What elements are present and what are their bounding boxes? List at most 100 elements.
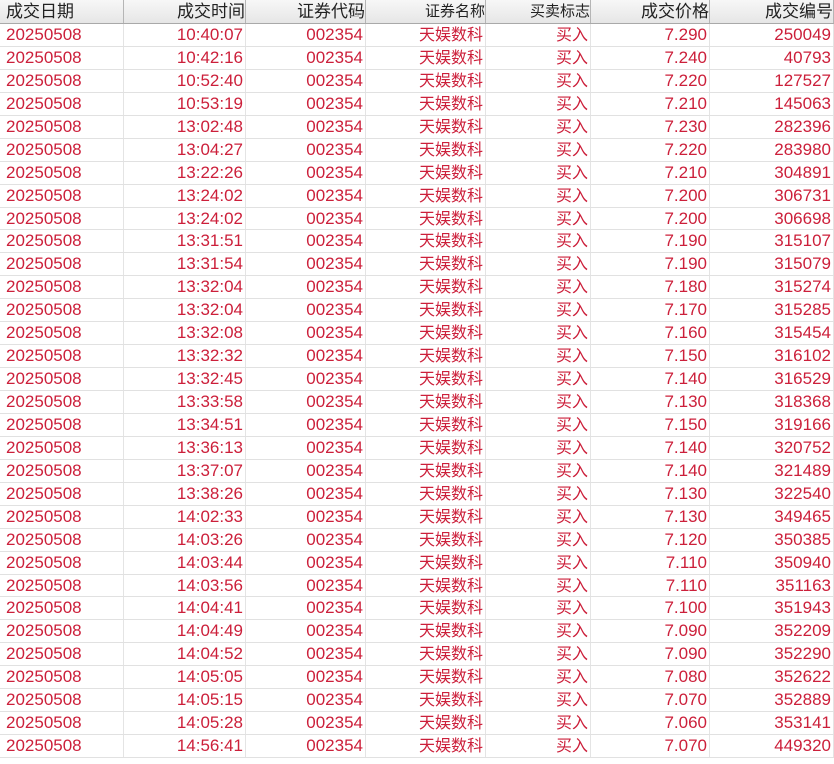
table-row[interactable]: 20250508 14:05:28 002354 天娱数科 买入 7.060 353141 bbox=[0, 712, 834, 736]
table-row[interactable]: 20250508 13:38:26 002354 天娱数科 买入 7.130 322540 bbox=[0, 482, 834, 506]
cell-trade-time: 13:32:04 bbox=[124, 299, 246, 322]
table-row[interactable]: 20250508 14:03:44 002354 天娱数科 买入 7.110 350940 bbox=[0, 551, 834, 575]
table-row[interactable]: 20250508 13:32:04 002354 天娱数科 买入 7.180 315274 bbox=[0, 276, 834, 300]
cell-trade-number: 320752 bbox=[710, 436, 834, 459]
column-header-trade-time[interactable]: 成交时间 bbox=[124, 0, 246, 23]
table-row[interactable]: 20250508 10:40:07 002354 天娱数科 买入 7.290 250049 bbox=[0, 24, 834, 47]
cell-trade-date: 20250508 bbox=[0, 620, 124, 643]
table-row[interactable]: 20250508 14:03:26 002354 天娱数科 买入 7.120 350385 bbox=[0, 528, 834, 552]
sort-ascending-icon: △ bbox=[349, 4, 359, 18]
cell-trade-date: 20250508 bbox=[0, 184, 124, 207]
cell-security-name: 天娱数科 bbox=[366, 459, 486, 482]
table-row[interactable]: 20250508 14:04:41 002354 天娱数科 买入 7.100 351943 bbox=[0, 597, 834, 621]
cell-security-name: 天娱数科 bbox=[366, 115, 486, 138]
cell-trade-time: 13:22:26 bbox=[124, 161, 246, 184]
cell-trade-price: 7.070 bbox=[591, 735, 710, 757]
cell-buy-sell-flag: 买入 bbox=[486, 230, 591, 253]
column-header-trade-date[interactable]: 成交日期 bbox=[0, 0, 124, 23]
table-row[interactable]: 20250508 13:36:13 002354 天娱数科 买入 7.140 320752 bbox=[0, 436, 834, 460]
table-row[interactable]: 20250508 13:02:48 002354 天娱数科 买入 7.230 282396 bbox=[0, 115, 834, 139]
cell-buy-sell-flag: 买入 bbox=[486, 161, 591, 184]
cell-buy-sell-flag: 买入 bbox=[486, 689, 591, 712]
table-row[interactable]: 20250508 14:02:33 002354 天娱数科 买入 7.130 349465 bbox=[0, 505, 834, 529]
cell-buy-sell-flag: 买入 bbox=[486, 299, 591, 322]
table-body: 20250508 10:40:07 002354 天娱数科 买入 7.290 250049 2… bbox=[0, 24, 834, 758]
column-header-trade-price[interactable]: 成交价格 bbox=[591, 0, 710, 23]
cell-security-name: 天娱数科 bbox=[366, 138, 486, 161]
cell-buy-sell-flag: 买入 bbox=[486, 69, 591, 92]
cell-security-code: 002354 bbox=[246, 207, 366, 230]
table-row[interactable]: 20250508 13:32:32 002354 天娱数科 买入 7.150 316102 bbox=[0, 345, 834, 369]
cell-trade-time: 14:02:33 bbox=[124, 505, 246, 528]
table-row[interactable]: 20250508 13:34:51 002354 天娱数科 买入 7.150 319166 bbox=[0, 413, 834, 437]
cell-buy-sell-flag: 买入 bbox=[486, 620, 591, 643]
table-row[interactable]: 20250508 14:05:05 002354 天娱数科 买入 7.080 352622 bbox=[0, 666, 834, 690]
cell-trade-date: 20250508 bbox=[0, 413, 124, 436]
cell-trade-time: 13:38:26 bbox=[124, 482, 246, 505]
column-header-buy-sell-flag[interactable]: 买卖标志 bbox=[486, 0, 591, 23]
table-row[interactable]: 20250508 13:32:08 002354 天娱数科 买入 7.160 315454 bbox=[0, 322, 834, 346]
cell-trade-number: 352209 bbox=[710, 620, 834, 643]
cell-security-name: 天娱数科 bbox=[366, 368, 486, 390]
cell-trade-date: 20250508 bbox=[0, 161, 124, 184]
cell-security-name: 天娱数科 bbox=[366, 184, 486, 207]
table-row[interactable]: 20250508 13:33:58 002354 天娱数科 买入 7.130 318368 bbox=[0, 391, 834, 414]
cell-buy-sell-flag: 买入 bbox=[486, 138, 591, 161]
column-header-security-code[interactable]: 证券代码 △ bbox=[246, 0, 366, 23]
cell-security-code: 002354 bbox=[246, 345, 366, 368]
cell-buy-sell-flag: 买入 bbox=[486, 735, 591, 757]
cell-buy-sell-flag: 买入 bbox=[486, 482, 591, 505]
cell-trade-number: 315274 bbox=[710, 276, 834, 299]
cell-trade-date: 20250508 bbox=[0, 230, 124, 253]
cell-trade-time: 13:37:07 bbox=[124, 459, 246, 482]
cell-security-name: 天娱数科 bbox=[366, 735, 486, 757]
cell-trade-number: 349465 bbox=[710, 505, 834, 528]
cell-buy-sell-flag: 买入 bbox=[486, 597, 591, 620]
table-row[interactable]: 20250508 13:37:07 002354 天娱数科 买入 7.140 321489 bbox=[0, 459, 834, 483]
cell-trade-price: 7.210 bbox=[591, 92, 710, 115]
cell-trade-price: 7.240 bbox=[591, 46, 710, 69]
trade-records-grid: 成交日期 成交时间 证券代码 △ 证券名称 买卖标志 成交价格 成交编号 202… bbox=[0, 0, 834, 764]
cell-security-name: 天娱数科 bbox=[366, 712, 486, 735]
cell-trade-price: 7.110 bbox=[591, 551, 710, 574]
table-row[interactable]: 20250508 14:04:52 002354 天娱数科 买入 7.090 352290 bbox=[0, 643, 834, 667]
column-header-security-name[interactable]: 证券名称 bbox=[366, 0, 486, 23]
table-row[interactable]: 20250508 13:31:51 002354 天娱数科 买入 7.190 315107 bbox=[0, 230, 834, 254]
table-row[interactable]: 20250508 14:56:41 002354 天娱数科 买入 7.070 449320 bbox=[0, 735, 834, 758]
cell-trade-time: 13:34:51 bbox=[124, 413, 246, 436]
cell-trade-price: 7.150 bbox=[591, 345, 710, 368]
cell-buy-sell-flag: 买入 bbox=[486, 574, 591, 597]
cell-security-code: 002354 bbox=[246, 276, 366, 299]
table-row[interactable]: 20250508 13:32:45 002354 天娱数科 买入 7.140 316529 bbox=[0, 368, 834, 391]
table-row[interactable]: 20250508 13:31:54 002354 天娱数科 买入 7.190 315079 bbox=[0, 253, 834, 277]
cell-security-name: 天娱数科 bbox=[366, 92, 486, 115]
cell-security-code: 002354 bbox=[246, 46, 366, 69]
table-row[interactable]: 20250508 13:22:26 002354 天娱数科 买入 7.210 304891 bbox=[0, 161, 834, 185]
cell-trade-price: 7.120 bbox=[591, 528, 710, 551]
cell-trade-number: 250049 bbox=[710, 24, 834, 46]
table-row[interactable]: 20250508 13:32:04 002354 天娱数科 买入 7.170 315285 bbox=[0, 299, 834, 323]
cell-trade-time: 13:32:32 bbox=[124, 345, 246, 368]
cell-trade-time: 13:04:27 bbox=[124, 138, 246, 161]
table-row[interactable]: 20250508 14:03:56 002354 天娱数科 买入 7.110 351163 bbox=[0, 574, 834, 598]
table-row[interactable]: 20250508 14:04:49 002354 天娱数科 买入 7.090 352209 bbox=[0, 620, 834, 644]
column-header-trade-number[interactable]: 成交编号 bbox=[710, 0, 834, 23]
table-row[interactable]: 20250508 10:52:40 002354 天娱数科 买入 7.220 127527 bbox=[0, 69, 834, 93]
cell-security-name: 天娱数科 bbox=[366, 69, 486, 92]
cell-trade-date: 20250508 bbox=[0, 391, 124, 413]
table-row[interactable]: 20250508 10:53:19 002354 天娱数科 买入 7.210 145063 bbox=[0, 92, 834, 116]
cell-buy-sell-flag: 买入 bbox=[486, 253, 591, 276]
table-row[interactable]: 20250508 13:24:02 002354 天娱数科 买入 7.200 306731 bbox=[0, 184, 834, 208]
table-row[interactable]: 20250508 14:05:15 002354 天娱数科 买入 7.070 352889 bbox=[0, 689, 834, 713]
cell-trade-number: 304891 bbox=[710, 161, 834, 184]
cell-trade-time: 14:04:41 bbox=[124, 597, 246, 620]
cell-trade-number: 306731 bbox=[710, 184, 834, 207]
cell-buy-sell-flag: 买入 bbox=[486, 551, 591, 574]
cell-trade-number: 351163 bbox=[710, 574, 834, 597]
cell-security-name: 天娱数科 bbox=[366, 505, 486, 528]
cell-security-name: 天娱数科 bbox=[366, 299, 486, 322]
cell-trade-price: 7.090 bbox=[591, 620, 710, 643]
table-row[interactable]: 20250508 13:24:02 002354 天娱数科 买入 7.200 306698 bbox=[0, 207, 834, 231]
table-row[interactable]: 20250508 10:42:16 002354 天娱数科 买入 7.240 40793 bbox=[0, 46, 834, 70]
table-row[interactable]: 20250508 13:04:27 002354 天娱数科 买入 7.220 283980 bbox=[0, 138, 834, 162]
